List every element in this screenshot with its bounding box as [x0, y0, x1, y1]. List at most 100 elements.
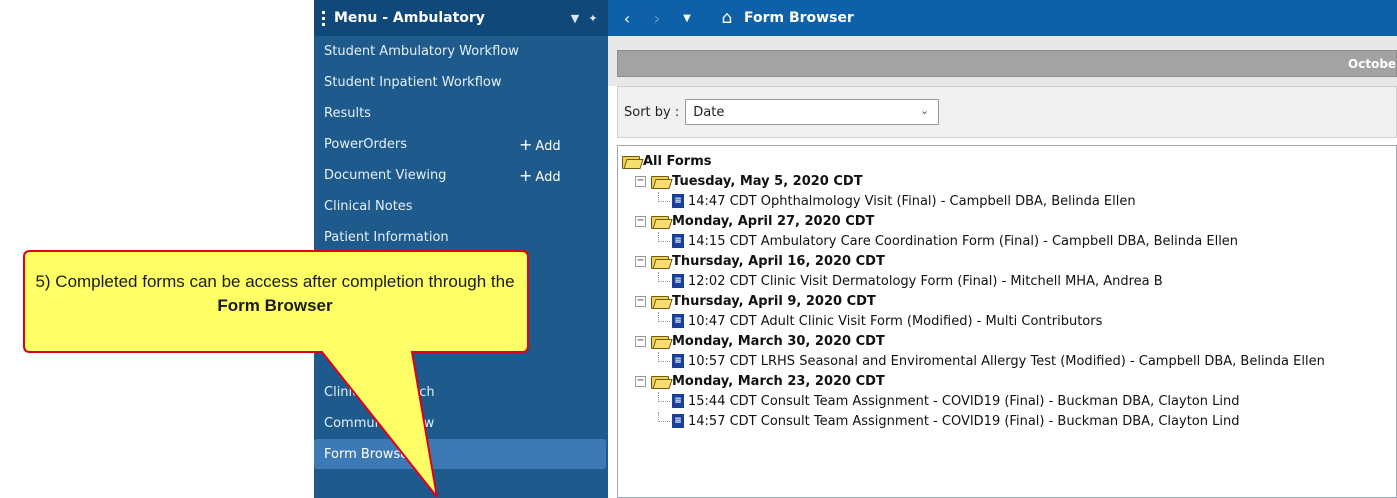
menu-item-label: Community View: [324, 415, 435, 431]
tree-root[interactable]: All Forms: [622, 151, 711, 171]
tree-date-label: Monday, March 23, 2020 CDT: [672, 373, 885, 389]
tree-date-label: Monday, March 30, 2020 CDT: [672, 333, 885, 349]
sort-select-value: Date: [693, 104, 725, 120]
tree-form-item[interactable]: ≡ 10:57 CDT LRHS Seasonal and Enviromenta…: [658, 351, 1325, 371]
tree-root-label: All Forms: [643, 153, 712, 169]
toolbar: ‹ › ▼ ⌂ Form Browser: [608, 0, 1397, 36]
menu-item-label: Clinical Research: [324, 384, 435, 400]
forward-arrow-icon[interactable]: ›: [642, 9, 672, 28]
folder-icon: [651, 334, 669, 349]
menu-item[interactable]: Patient Information: [314, 222, 608, 252]
chevron-down-icon[interactable]: ▼: [566, 12, 584, 25]
tree-date-node[interactable]: − Monday, March 30, 2020 CDT: [635, 331, 885, 351]
add-label: Add: [535, 138, 561, 154]
tree-connector: [658, 392, 670, 402]
form-document-icon: ≡: [672, 274, 684, 288]
tree-date-node[interactable]: − Monday, April 27, 2020 CDT: [635, 211, 874, 231]
tree-date-node[interactable]: − Monday, March 23, 2020 CDT: [635, 371, 885, 391]
menu-item[interactable]: Clinical Research: [314, 377, 608, 407]
collapse-toggle-icon[interactable]: −: [635, 215, 646, 227]
tree-form-label: 10:57 CDT LRHS Seasonal and Enviromental…: [688, 353, 1325, 369]
plus-icon: +: [519, 134, 533, 154]
menu-panel: Menu - Ambulatory ▼ ✦ Student Ambulatory…: [314, 0, 608, 498]
sort-bar: Sort by : Date ⌄: [617, 86, 1397, 138]
back-arrow-icon[interactable]: ‹: [612, 9, 642, 28]
menu-item[interactable]: PowerOrders + Add: [314, 129, 608, 159]
folder-icon: [651, 174, 669, 189]
tree-connector: [658, 192, 670, 202]
date-band: October: [617, 50, 1397, 77]
menu-item[interactable]: [314, 253, 608, 283]
menu-item-label: Patient Information: [324, 229, 449, 245]
tree-date-label: Monday, April 27, 2020 CDT: [672, 213, 875, 229]
menu-item-label: Form Browser: [324, 446, 414, 462]
sort-select[interactable]: Date ⌄: [685, 99, 940, 125]
menu-item[interactable]: [314, 315, 608, 345]
chevron-down-icon: ⌄: [920, 104, 930, 117]
sort-label: Sort by :: [624, 104, 680, 120]
menu-item-label: Student Inpatient Workflow: [324, 74, 502, 90]
menu-item-label: Student Ambulatory Workflow: [324, 43, 519, 59]
tree-form-item[interactable]: ≡ 15:44 CDT Consult Team Assignment - COV…: [658, 391, 1239, 411]
tree-form-item[interactable]: ≡ 10:47 CDT Adult Clinic Visit Form (Modi…: [658, 311, 1102, 331]
add-button[interactable]: + Add: [519, 135, 561, 154]
form-browser-panel: ‹ › ▼ ⌂ Form Browser October Sort by : D…: [608, 0, 1397, 498]
forms-tree: All Forms − Tuesday, May 5, 2020 CDT ≡ 14:47…: [617, 145, 1397, 498]
tree-form-item[interactable]: ≡ 12:02 CDT Clinic Visit Dermatology Form…: [658, 271, 1163, 291]
tree-date-node[interactable]: − Tuesday, May 5, 2020 CDT: [635, 171, 863, 191]
page-title: Form Browser: [744, 10, 854, 26]
tree-connector: [658, 232, 670, 242]
menu-item[interactable]: Community View: [314, 408, 608, 438]
collapse-toggle-icon[interactable]: −: [635, 175, 646, 187]
form-document-icon: ≡: [672, 414, 684, 428]
menu-item[interactable]: [314, 284, 608, 314]
menu-item[interactable]: Document Viewing + Add: [314, 160, 608, 190]
form-document-icon: ≡: [672, 354, 684, 368]
tree-form-label: 14:57 CDT Consult Team Assignment - COVI…: [688, 413, 1240, 429]
menu-item-label: PowerOrders: [324, 136, 408, 152]
add-button[interactable]: + Add: [519, 166, 561, 185]
tree-connector: [658, 412, 670, 422]
dropdown-icon[interactable]: ▼: [672, 13, 702, 24]
tree-date-label: Thursday, April 16, 2020 CDT: [672, 253, 885, 269]
menu-header: Menu - Ambulatory ▼ ✦: [314, 0, 608, 36]
collapse-toggle-icon[interactable]: −: [635, 295, 646, 307]
date-band-text: October: [1348, 56, 1397, 71]
collapse-toggle-icon[interactable]: −: [635, 335, 646, 347]
tree-connector: [658, 352, 670, 362]
tree-form-item[interactable]: ≡ 14:57 CDT Consult Team Assignment - COV…: [658, 411, 1239, 431]
plus-icon: +: [519, 165, 533, 185]
menu-item[interactable]: Student Inpatient Workflow: [314, 67, 608, 97]
drag-grip-icon[interactable]: [314, 10, 328, 26]
menu-item[interactable]: Student Ambulatory Workflow: [314, 36, 608, 66]
folder-icon: [622, 154, 640, 169]
menu-item[interactable]: Results: [314, 98, 608, 128]
pin-icon[interactable]: ✦: [584, 12, 602, 25]
add-label: Add: [535, 169, 561, 185]
menu-item[interactable]: Form Browser: [314, 439, 606, 469]
home-icon[interactable]: ⌂: [710, 8, 744, 28]
collapse-toggle-icon[interactable]: −: [635, 375, 646, 387]
header-band: October: [608, 36, 1397, 86]
tree-date-label: Thursday, April 9, 2020 CDT: [672, 293, 876, 309]
menu-item-label: Document Viewing: [324, 167, 447, 183]
collapse-toggle-icon[interactable]: −: [635, 255, 646, 267]
tree-date-label: Tuesday, May 5, 2020 CDT: [672, 173, 863, 189]
folder-icon: [651, 214, 669, 229]
tree-form-label: 12:02 CDT Clinic Visit Dermatology Form …: [688, 273, 1163, 289]
tree-form-label: 14:15 CDT Ambulatory Care Coordination F…: [688, 233, 1239, 249]
tree-connector: [658, 272, 670, 282]
form-document-icon: ≡: [672, 314, 684, 328]
menu-item-label: Clinical Notes: [324, 198, 413, 214]
menu-item[interactable]: [314, 346, 608, 376]
tree-date-node[interactable]: − Thursday, April 16, 2020 CDT: [635, 251, 885, 271]
tree-date-node[interactable]: − Thursday, April 9, 2020 CDT: [635, 291, 876, 311]
folder-icon: [651, 374, 669, 389]
tree-form-item[interactable]: ≡ 14:47 CDT Ophthalmology Visit (Final) -…: [658, 191, 1136, 211]
tree-form-item[interactable]: ≡ 14:15 CDT Ambulatory Care Coordination …: [658, 231, 1238, 251]
folder-icon: [651, 294, 669, 309]
menu-item-label: Results: [324, 105, 371, 121]
form-document-icon: ≡: [672, 234, 684, 248]
tree-connector: [658, 312, 670, 322]
menu-item[interactable]: Clinical Notes: [314, 191, 608, 221]
